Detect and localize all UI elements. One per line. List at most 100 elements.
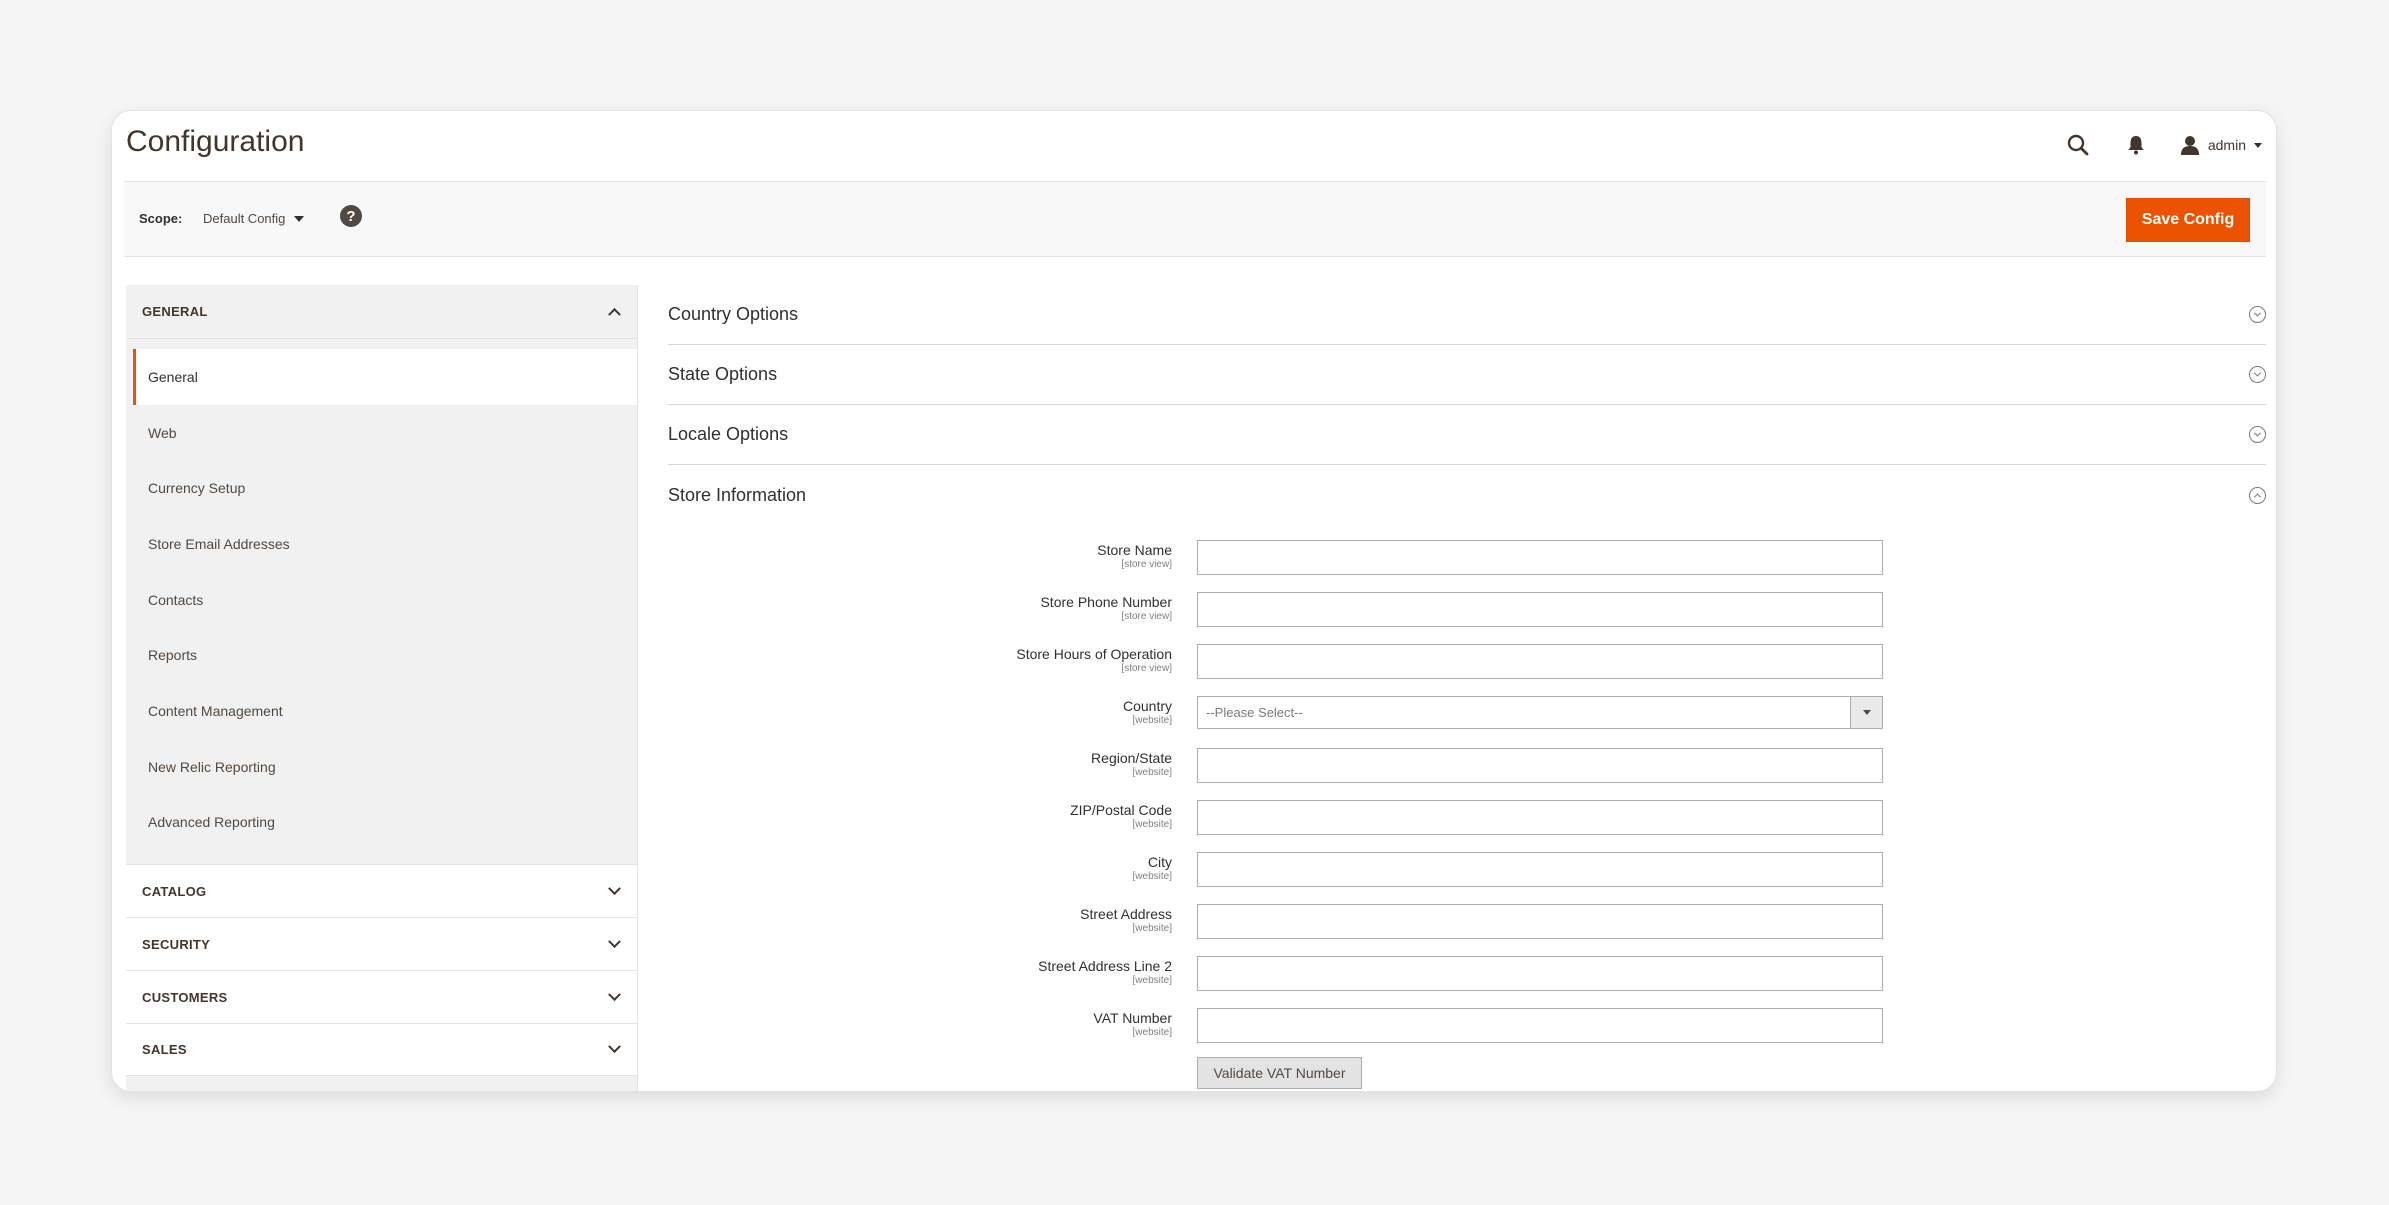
chevron-down-icon: [608, 934, 621, 948]
admin-user-menu[interactable]: admin: [2180, 135, 2262, 155]
group-title: Country Options: [668, 304, 799, 324]
field-scope: [website]: [1132, 767, 1172, 778]
group-locale-options[interactable]: Locale Options: [668, 405, 2266, 465]
group-title: State Options: [668, 364, 778, 384]
sidebar-section-security[interactable]: SECURITY: [126, 917, 637, 971]
field-label: Street Address: [1080, 906, 1172, 922]
zip-input[interactable]: [1197, 800, 1883, 835]
chevron-down-icon: [294, 215, 305, 222]
vat-number-input[interactable]: [1197, 1008, 1883, 1043]
scope-bar: Scope: Default Config ? Save Config: [124, 181, 2266, 257]
form-row-store-hours: Store Hours of Operation [store view]: [668, 640, 2266, 692]
field-scope: [store view]: [1121, 559, 1172, 570]
config-main: Country Options State Options Locale Opt…: [668, 285, 2266, 1091]
chevron-down-icon: [608, 881, 621, 895]
sidebar-section-catalog[interactable]: CATALOG: [126, 864, 637, 918]
field-scope: [website]: [1132, 975, 1172, 986]
group-country-options[interactable]: Country Options: [668, 285, 2266, 345]
group-state-options[interactable]: State Options: [668, 345, 2266, 405]
sidebar-section-general[interactable]: GENERAL: [126, 285, 637, 339]
form-row-street-2: Street Address Line 2 [website]: [668, 952, 2266, 1004]
sidebar-item-currency-setup[interactable]: Currency Setup: [126, 460, 637, 516]
sidebar-item-advanced-reporting[interactable]: Advanced Reporting: [126, 795, 637, 851]
field-scope: [store view]: [1121, 611, 1172, 622]
field-label: Street Address Line 2: [1038, 958, 1172, 974]
validate-vat-button[interactable]: Validate VAT Number: [1197, 1057, 1362, 1089]
sidebar-item-content-management[interactable]: Content Management: [126, 683, 637, 739]
form-row-street: Street Address [website]: [668, 900, 2266, 952]
form-row-validate: Validate VAT Number: [668, 1056, 2266, 1091]
search-icon[interactable]: [2064, 131, 2092, 159]
chevron-up-icon: [608, 307, 621, 321]
admin-frame: Configuration admin Scope: Default Confi…: [111, 110, 2277, 1092]
sidebar-item-reports[interactable]: Reports: [126, 627, 637, 683]
field-label: ZIP/Postal Code: [1070, 802, 1172, 818]
chevron-down-icon: [608, 1040, 621, 1054]
expand-icon: [2249, 366, 2266, 383]
select-value: --Please Select--: [1206, 705, 1303, 720]
store-phone-input[interactable]: [1197, 592, 1883, 627]
form-row-city: City [website]: [668, 848, 2266, 900]
section-title: CUSTOMERS: [142, 989, 228, 1005]
sidebar-item-contacts[interactable]: Contacts: [126, 572, 637, 628]
dropdown-toggle[interactable]: [1850, 697, 1882, 728]
expand-icon: [2249, 306, 2266, 323]
user-icon: [2180, 136, 2199, 155]
group-title: Store Information: [668, 484, 807, 505]
field-scope: [website]: [1132, 1027, 1172, 1038]
field-label: Store Phone Number: [1040, 594, 1172, 610]
sidebar-item-new-relic-reporting[interactable]: New Relic Reporting: [126, 739, 637, 795]
help-icon[interactable]: ?: [340, 205, 362, 227]
form-row-zip: ZIP/Postal Code [website]: [668, 796, 2266, 848]
sidebar-nav: General Web Currency Setup Store Email A…: [126, 339, 637, 864]
scope-value: Default Config: [203, 211, 286, 226]
save-config-button[interactable]: Save Config: [2126, 198, 2250, 242]
field-scope: [store view]: [1121, 663, 1172, 674]
page-title: Configuration: [126, 125, 305, 158]
field-scope: [website]: [1132, 871, 1172, 882]
form-row-store-name: Store Name [store view]: [668, 536, 2266, 588]
field-scope: [website]: [1132, 715, 1172, 726]
bell-icon[interactable]: [2122, 131, 2150, 159]
section-title: SECURITY: [142, 936, 211, 952]
country-select[interactable]: --Please Select--: [1197, 696, 1883, 729]
form-row-country: Country [website] --Please Select--: [668, 692, 2266, 744]
store-information-form: Store Name [store view] Store Phone Numb…: [668, 536, 2266, 1091]
store-name-input[interactable]: [1197, 540, 1883, 575]
street-address-2-input[interactable]: [1197, 956, 1883, 991]
sidebar-item-store-email-addresses[interactable]: Store Email Addresses: [126, 516, 637, 572]
sidebar-section-sales[interactable]: SALES: [126, 1023, 637, 1077]
section-title: GENERAL: [142, 304, 208, 319]
section-title: SALES: [142, 1042, 187, 1058]
sidebar-section-customers[interactable]: CUSTOMERS: [126, 970, 637, 1024]
section-title: CATALOG: [142, 883, 207, 899]
field-label: Region/State: [1091, 750, 1172, 766]
field-label: VAT Number: [1093, 1010, 1172, 1026]
chevron-down-icon: [1862, 710, 1871, 715]
group-store-information[interactable]: Store Information: [668, 465, 2266, 525]
sidebar-item-general[interactable]: General: [133, 349, 637, 405]
sidebar-item-web[interactable]: Web: [126, 405, 637, 461]
field-scope: [website]: [1132, 923, 1172, 934]
city-input[interactable]: [1197, 852, 1883, 887]
store-hours-input[interactable]: [1197, 644, 1883, 679]
field-label: Store Name: [1097, 542, 1172, 558]
form-row-store-phone: Store Phone Number [store view]: [668, 588, 2266, 640]
config-sidebar: GENERAL General Web Currency Setup Store…: [126, 285, 638, 1091]
region-input[interactable]: [1197, 748, 1883, 783]
chevron-down-icon: [2254, 142, 2262, 148]
form-row-vat: VAT Number [website]: [668, 1004, 2266, 1056]
chevron-down-icon: [608, 987, 621, 1001]
form-row-region: Region/State [website]: [668, 744, 2266, 796]
street-address-input[interactable]: [1197, 904, 1883, 939]
field-label: Country: [1122, 698, 1172, 714]
group-title: Locale Options: [668, 424, 789, 444]
field-label: City: [1147, 854, 1172, 870]
field-label: Store Hours of Operation: [1016, 646, 1172, 662]
expand-icon: [2249, 426, 2266, 443]
field-scope: [website]: [1132, 819, 1172, 830]
admin-username: admin: [2207, 137, 2246, 153]
scope-switcher[interactable]: Default Config: [203, 211, 305, 226]
header-actions: admin: [2064, 125, 2262, 165]
scope-label: Scope:: [139, 211, 183, 226]
